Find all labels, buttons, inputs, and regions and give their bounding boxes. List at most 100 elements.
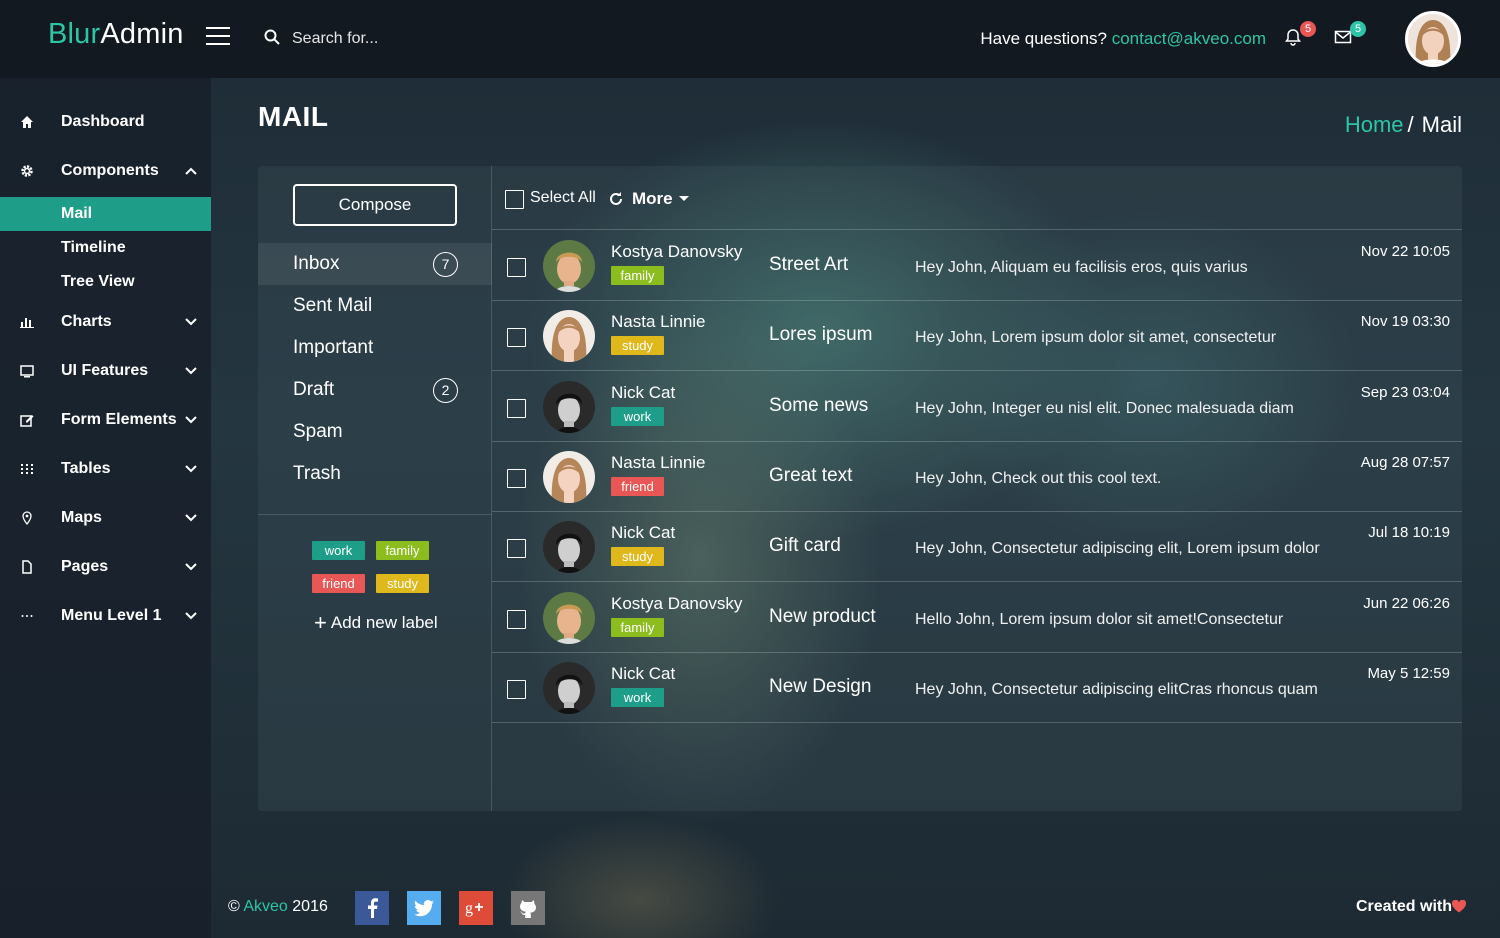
- folder-count-badge: 7: [433, 252, 458, 277]
- chevron-down-icon: [185, 318, 197, 326]
- hamburger-menu-icon[interactable]: [206, 27, 230, 45]
- message-tag[interactable]: study: [611, 336, 664, 356]
- message-subject: New product: [769, 605, 876, 627]
- sidebar-subitem-tree-view[interactable]: Tree View: [0, 265, 211, 299]
- message-checkbox[interactable]: [507, 679, 526, 699]
- sidebar-item-pages[interactable]: Pages: [0, 550, 211, 584]
- folder-sent-mail[interactable]: Sent Mail: [258, 285, 492, 327]
- sender-name: Nick Cat: [611, 523, 676, 543]
- sidebar-subitem-timeline[interactable]: Timeline: [0, 231, 211, 265]
- search-input[interactable]: [292, 24, 552, 54]
- ellipsis-icon: [21, 615, 33, 617]
- sidebar-item-components[interactable]: Components: [0, 154, 211, 188]
- sidebar-item-label: Pages: [61, 558, 109, 575]
- message-checkbox[interactable]: [507, 468, 526, 488]
- label-tag-family[interactable]: family: [376, 541, 429, 560]
- facebook-button[interactable]: [355, 891, 389, 925]
- compose-button[interactable]: Compose: [293, 184, 457, 226]
- label-tag-friend[interactable]: friend: [312, 574, 365, 593]
- chevron-down-icon: [185, 367, 197, 375]
- message-row[interactable]: Nasta Linnie study Lores ipsum Hey John, Lo…: [492, 301, 1462, 372]
- caret-down-icon: [678, 196, 689, 201]
- message-preview: Hey John, Integer eu nisl elit. Donec ma…: [915, 399, 1294, 417]
- bar-chart-icon: [20, 318, 34, 328]
- message-tag[interactable]: study: [611, 547, 664, 567]
- message-tag[interactable]: work: [611, 687, 664, 707]
- message-subject: New Design: [769, 675, 872, 697]
- message-tag[interactable]: family: [611, 266, 664, 285]
- messages-button[interactable]: 5: [1334, 21, 1366, 48]
- add-new-label-button[interactable]: + Add new label: [314, 610, 438, 636]
- mail-panel: Compose Inbox 7 Sent Mail Important Draft…: [258, 166, 1462, 811]
- heart-icon: [1452, 900, 1466, 913]
- sender-avatar: [543, 450, 595, 503]
- home-icon: [21, 116, 33, 128]
- divider: [258, 514, 492, 515]
- message-row[interactable]: Kostya Danovsky family Street Art Hey John,…: [492, 231, 1462, 301]
- select-all-label[interactable]: Select All: [530, 189, 596, 207]
- sender-avatar: [543, 591, 595, 644]
- akveo-link[interactable]: Akveo: [243, 898, 287, 915]
- folder-draft[interactable]: Draft 2: [258, 369, 492, 411]
- sidebar-item-maps[interactable]: Maps: [0, 501, 211, 535]
- message-checkbox[interactable]: [507, 539, 526, 559]
- user-avatar[interactable]: [1405, 11, 1461, 67]
- mail-toolbar: Select All More: [492, 166, 1462, 230]
- sender-name: Nick Cat: [611, 663, 676, 683]
- notifications-button[interactable]: 5: [1284, 21, 1316, 48]
- sidebar-item-menu-level-1[interactable]: Menu Level 1: [0, 599, 211, 633]
- message-row[interactable]: Nick Cat work Some news Hey John, Integer e…: [492, 372, 1462, 442]
- message-checkbox[interactable]: [507, 398, 526, 418]
- sidebar-item-ui-features[interactable]: UI Features: [0, 354, 211, 388]
- more-dropdown[interactable]: More: [632, 189, 689, 209]
- sender-name: Nick Cat: [611, 382, 676, 402]
- message-row[interactable]: Kostya Danovsky family New product Hello Jo…: [492, 583, 1462, 653]
- message-checkbox[interactable]: [507, 609, 526, 629]
- chevron-down-icon: [185, 563, 197, 571]
- twitter-button[interactable]: [407, 891, 441, 925]
- label-tag-work[interactable]: work: [312, 541, 365, 560]
- sidebar-item-charts[interactable]: Charts: [0, 305, 211, 339]
- message-preview: Hey John, Aliquam eu facilisis eros, qui…: [915, 259, 1248, 276]
- google-plus-button[interactable]: g: [459, 891, 493, 925]
- edit-icon: [20, 415, 34, 427]
- message-tag[interactable]: family: [611, 617, 664, 637]
- folder-label: Important: [293, 337, 374, 358]
- folder-trash[interactable]: Trash: [258, 453, 492, 495]
- sidebar-subitem-label: Mail: [61, 205, 93, 222]
- search-icon[interactable]: [264, 29, 280, 45]
- sidebar-subitem-mail[interactable]: Mail: [0, 197, 211, 231]
- app-logo[interactable]: BlurAdmin: [48, 18, 184, 51]
- sender-name: Kostya Danovsky: [611, 242, 743, 261]
- select-all-checkbox[interactable]: [505, 190, 524, 209]
- map-pin-icon: [22, 511, 32, 525]
- folder-label: Spam: [293, 421, 343, 442]
- message-row[interactable]: Nick Cat work New Design Hey John, Consecte…: [492, 653, 1462, 723]
- sidebar-item-dashboard[interactable]: Dashboard: [0, 105, 211, 139]
- message-row[interactable]: Nasta Linnie friend Great text Hey John, Ch…: [492, 442, 1462, 512]
- sender-avatar: [543, 521, 595, 574]
- sidebar-subitem-label: Tree View: [61, 273, 135, 290]
- message-checkbox[interactable]: [507, 258, 526, 277]
- refresh-icon[interactable]: [608, 191, 624, 207]
- message-row[interactable]: Nick Cat study Gift card Hey John, Consecte…: [492, 512, 1462, 583]
- footer-year: 2016: [292, 898, 328, 915]
- message-date: Sep 23 03:04: [1360, 383, 1450, 401]
- folder-spam[interactable]: Spam: [258, 411, 492, 453]
- contact-email-link[interactable]: contact@akveo.com: [1112, 29, 1266, 48]
- folder-important[interactable]: Important: [258, 327, 492, 369]
- chevron-down-icon: [185, 416, 197, 424]
- message-tag[interactable]: friend: [611, 476, 664, 496]
- folder-inbox[interactable]: Inbox 7: [258, 243, 492, 285]
- message-checkbox[interactable]: [507, 328, 526, 348]
- sender-avatar: [543, 380, 595, 433]
- message-preview: Hey John, Lorem ipsum dolor sit amet, co…: [915, 329, 1277, 347]
- folder-label: Sent Mail: [293, 295, 373, 316]
- sidebar-item-tables[interactable]: Tables: [0, 452, 211, 486]
- breadcrumb-home-link[interactable]: Home: [1345, 112, 1404, 137]
- message-tag[interactable]: work: [611, 406, 664, 426]
- sender-name: Nasta Linnie: [611, 312, 706, 332]
- label-tag-study[interactable]: study: [376, 574, 429, 593]
- sidebar-item-form-elements[interactable]: Form Elements: [0, 403, 211, 437]
- github-button[interactable]: [511, 891, 545, 925]
